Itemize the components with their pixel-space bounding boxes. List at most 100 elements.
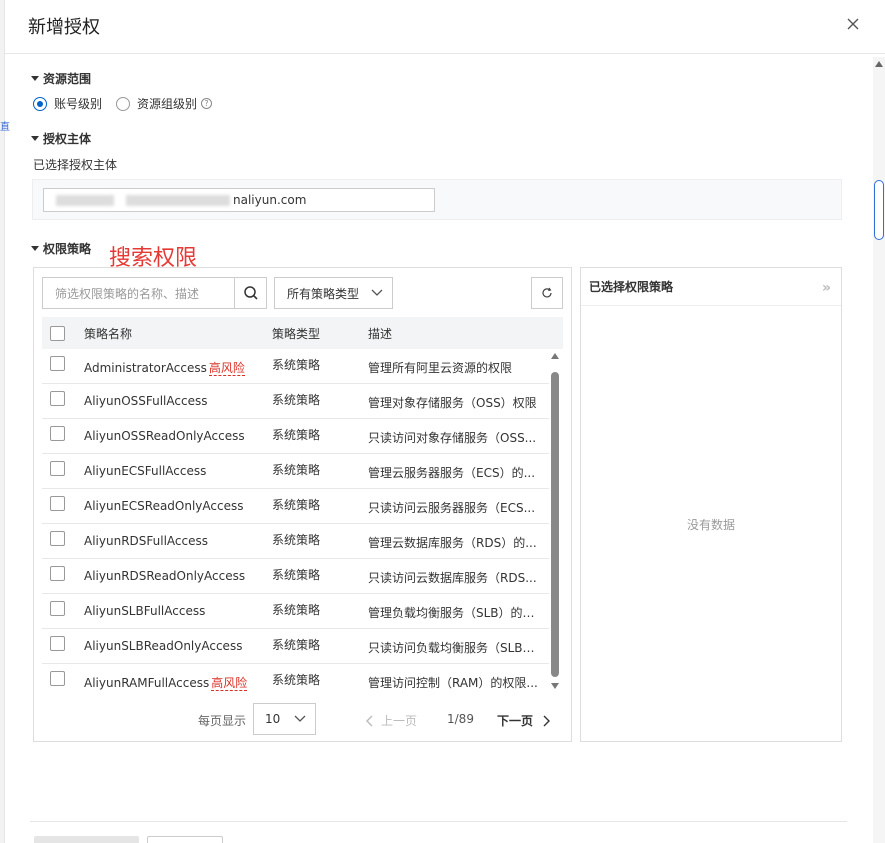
row-checkbox[interactable] — [50, 426, 65, 441]
radio-resource-group-level[interactable]: 资源组级别 ? — [116, 95, 213, 112]
policy-name: AliyunRDSReadOnlyAccess — [84, 569, 246, 583]
row-checkbox[interactable] — [50, 531, 65, 546]
double-chevron-right-icon[interactable]: » — [822, 280, 831, 296]
policy-name: AliyunECSFullAccess — [84, 464, 207, 478]
table-row[interactable]: AdministratorAccess 高风险 系统策略 管理所有阿里云资源的权限 — [42, 349, 549, 384]
next-page-label: 下一页 — [497, 714, 534, 728]
page-size-select[interactable]: 10 — [253, 703, 316, 735]
dialog-header: 新增授权 — [5, 0, 885, 54]
selected-policies-header: 已选择权限策略 » — [581, 268, 841, 306]
policy-table-body: AdministratorAccess 高风险 系统策略 管理所有阿里云资源的权限… — [42, 349, 549, 695]
policy-type: 系统策略 — [272, 533, 321, 547]
policy-type-select-value: 所有策略类型 — [287, 286, 360, 301]
caret-down-icon — [31, 76, 39, 81]
select-all-checkbox[interactable] — [50, 325, 65, 341]
pagination: 每页显示 10 上一页 1/89 下一页 — [42, 703, 563, 735]
policy-table-scrollbar[interactable] — [550, 349, 561, 695]
table-row[interactable]: AliyunECSReadOnlyAccess 系统策略 只读访问云服务器服务（… — [42, 489, 549, 524]
policy-name: AliyunRDSFullAccess — [84, 534, 208, 548]
table-row[interactable]: AliyunOSSReadOnlyAccess 系统策略 只读访问对象存储服务（… — [42, 419, 549, 454]
column-header-type: 策略类型 — [272, 326, 321, 341]
close-icon[interactable] — [843, 14, 863, 34]
radio-account-level[interactable]: 账号级别 — [33, 95, 102, 112]
table-row[interactable]: AliyunRDSReadOnlyAccess 系统策略 只读访问云数据库服务（… — [42, 559, 549, 594]
policy-desc: 只读访问负载均衡服务（SLB）... — [368, 641, 538, 655]
policy-type: 系统策略 — [272, 498, 321, 512]
section-policies[interactable]: 权限策略 — [31, 240, 91, 257]
table-row[interactable]: AliyunSLBReadOnlyAccess 系统策略 只读访问负载均衡服务（… — [42, 629, 549, 664]
row-checkbox[interactable] — [50, 391, 65, 406]
selected-principal-label: 已选择授权主体 — [33, 158, 118, 172]
policy-desc: 只读访问云服务器服务（ECS... — [368, 501, 536, 515]
scroll-down-arrow-icon[interactable] — [551, 683, 559, 689]
prev-page-button[interactable]: 上一页 — [365, 712, 417, 729]
radio-account-level-label: 账号级别 — [54, 97, 103, 111]
row-checkbox[interactable] — [50, 566, 65, 581]
dialog-title: 新增授权 — [28, 17, 100, 38]
section-policies-title: 权限策略 — [43, 242, 92, 256]
prev-page-label: 上一页 — [381, 714, 418, 728]
policy-search-input[interactable]: 筛选权限策略的名称、描述 — [42, 277, 235, 309]
policy-table-header: 策略名称 策略类型 描述 — [42, 317, 563, 349]
policy-type: 系统策略 — [272, 393, 321, 407]
table-row[interactable]: AliyunECSFullAccess 系统策略 管理云服务器服务（ECS）的.… — [42, 454, 549, 489]
policy-desc: 管理所有阿里云资源的权限 — [368, 361, 513, 375]
next-page-button[interactable]: 下一页 — [497, 712, 551, 729]
section-principal-title: 授权主体 — [43, 132, 92, 146]
scrollbar-thumb[interactable] — [874, 180, 884, 240]
policy-desc: 管理负载均衡服务（SLB）的权... — [368, 606, 538, 620]
cancel-button[interactable] — [147, 836, 223, 843]
background-text-fragment: 直 — [0, 122, 10, 133]
policy-type: 系统策略 — [272, 358, 321, 372]
radio-unchecked-icon — [116, 96, 131, 111]
row-checkbox[interactable] — [50, 671, 65, 686]
policy-name: AliyunSLBReadOnlyAccess — [84, 639, 243, 653]
row-checkbox[interactable] — [50, 496, 65, 511]
row-checkbox[interactable] — [50, 356, 65, 371]
column-header-desc: 描述 — [368, 326, 393, 341]
radio-checked-icon — [33, 96, 47, 111]
scroll-up-arrow-icon[interactable] — [875, 61, 883, 67]
policy-name: AliyunECSReadOnlyAccess — [84, 499, 244, 513]
dialog-scrollbar[interactable] — [873, 57, 885, 843]
policy-type: 系统策略 — [272, 603, 321, 617]
policy-name: AliyunOSSReadOnlyAccess — [84, 429, 245, 443]
confirm-button[interactable] — [34, 836, 139, 843]
help-icon[interactable]: ? — [201, 98, 213, 109]
principal-container: naliyun.com — [32, 179, 842, 220]
row-checkbox[interactable] — [50, 461, 65, 476]
section-resource-scope[interactable]: 资源范围 — [31, 70, 91, 87]
section-principal[interactable]: 授权主体 — [31, 130, 91, 147]
table-row[interactable]: AliyunRDSFullAccess 系统策略 管理云数据库服务（RDS）的.… — [42, 524, 549, 559]
table-row[interactable]: AliyunSLBFullAccess 系统策略 管理负载均衡服务（SLB）的权… — [42, 594, 549, 629]
refresh-button[interactable] — [531, 277, 563, 309]
empty-state-text: 没有数据 — [686, 518, 735, 532]
scrollbar-thumb[interactable] — [551, 372, 559, 677]
policy-type: 系统策略 — [272, 568, 321, 582]
refresh-icon — [542, 287, 552, 298]
column-header-name: 策略名称 — [84, 326, 133, 341]
scroll-up-arrow-icon[interactable] — [551, 353, 559, 359]
policy-type-select[interactable]: 所有策略类型 — [274, 277, 393, 309]
resource-scope-radio-group: 账号级别 资源组级别 ? — [33, 95, 226, 112]
policy-name: AdministratorAccess — [84, 361, 207, 375]
policy-name: AliyunSLBFullAccess — [84, 604, 206, 618]
principal-input[interactable]: naliyun.com — [43, 188, 435, 212]
search-button[interactable] — [234, 277, 267, 309]
background-page-edge: 直 — [0, 0, 10, 843]
page-indicator: 1/89 — [447, 712, 474, 726]
policy-type: 系统策略 — [272, 428, 321, 442]
chevron-left-icon — [366, 715, 373, 726]
principal-domain-text: naliyun.com — [233, 193, 307, 207]
footer-divider — [30, 821, 847, 822]
table-row[interactable]: AliyunOSSFullAccess 系统策略 管理对象存储服务（OSS）权限 — [42, 384, 549, 419]
policy-desc: 管理云服务器服务（ECS）的... — [368, 466, 536, 480]
high-risk-label: 高风险 — [208, 361, 245, 376]
redacted-text — [56, 195, 114, 206]
row-checkbox[interactable] — [50, 636, 65, 651]
caret-down-icon — [31, 246, 39, 251]
table-row[interactable]: AliyunRAMFullAccess 高风险 系统策略 管理访问控制（RAM）的… — [42, 664, 549, 695]
policy-type: 系统策略 — [272, 673, 321, 687]
row-checkbox[interactable] — [50, 601, 65, 616]
redacted-text — [126, 195, 230, 206]
